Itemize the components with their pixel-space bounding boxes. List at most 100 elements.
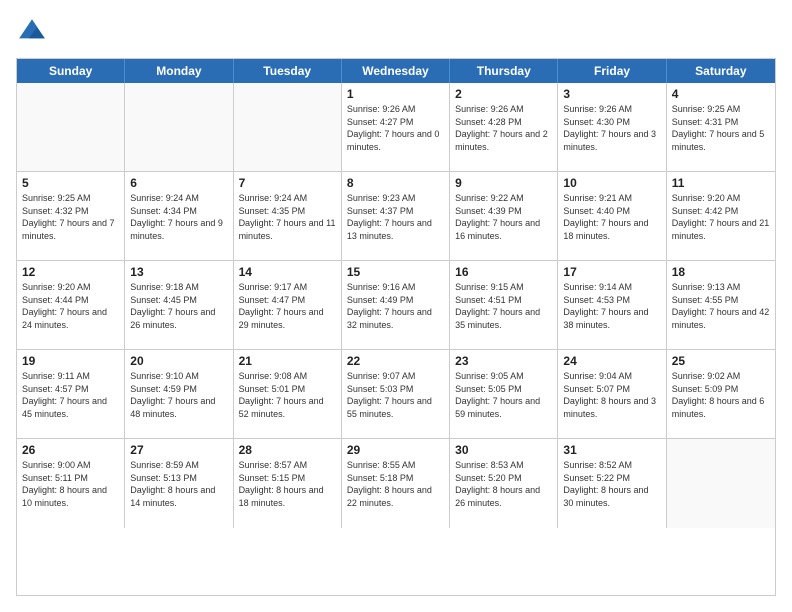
calendar-cell: 17 Sunrise: 9:14 AM Sunset: 4:53 PM Dayli…: [558, 261, 666, 349]
calendar-cell: 5 Sunrise: 9:25 AM Sunset: 4:32 PM Daylig…: [17, 172, 125, 260]
calendar-cell: 10 Sunrise: 9:21 AM Sunset: 4:40 PM Dayli…: [558, 172, 666, 260]
cell-info: Sunrise: 9:07 AM Sunset: 5:03 PM Dayligh…: [347, 370, 444, 420]
calendar-cell: 13 Sunrise: 9:18 AM Sunset: 4:45 PM Dayli…: [125, 261, 233, 349]
calendar-cell: [17, 83, 125, 171]
weekday-header-thursday: Thursday: [450, 59, 558, 83]
calendar-cell: 30Sunrise: 8:53 AM Sunset: 5:20 PM Dayli…: [450, 439, 558, 528]
calendar-cell: [234, 83, 342, 171]
cell-info: Sunrise: 9:24 AM Sunset: 4:34 PM Dayligh…: [130, 192, 227, 242]
cell-info: Sunrise: 9:00 AM Sunset: 5:11 PM Dayligh…: [22, 459, 119, 509]
calendar-row-3: 12 Sunrise: 9:20 AM Sunset: 4:44 PM Dayli…: [17, 261, 775, 350]
cell-info: Sunrise: 9:04 AM Sunset: 5:07 PM Dayligh…: [563, 370, 660, 420]
calendar-cell: [667, 439, 775, 528]
cell-info: Sunrise: 9:20 AM Sunset: 4:44 PM Dayligh…: [22, 281, 119, 331]
cell-day-number: 5: [22, 176, 119, 190]
calendar-cell: 4 Sunrise: 9:25 AM Sunset: 4:31 PM Daylig…: [667, 83, 775, 171]
cell-day-number: 6: [130, 176, 227, 190]
cell-day-number: 25: [672, 354, 770, 368]
cell-day-number: 12: [22, 265, 119, 279]
cell-day-number: 16: [455, 265, 552, 279]
cell-day-number: 28: [239, 443, 336, 457]
calendar-cell: 31 Sunrise: 8:52 AM Sunset: 5:22 PM Dayli…: [558, 439, 666, 528]
cell-day-number: 1: [347, 87, 444, 101]
cell-day-number: 22: [347, 354, 444, 368]
calendar-row-5: 26Sunrise: 9:00 AM Sunset: 5:11 PM Dayli…: [17, 439, 775, 528]
weekday-header-saturday: Saturday: [667, 59, 775, 83]
cell-day-number: 9: [455, 176, 552, 190]
calendar-body: 1 Sunrise: 9:26 AM Sunset: 4:27 PM Daylig…: [17, 83, 775, 528]
cell-day-number: 17: [563, 265, 660, 279]
cell-day-number: 2: [455, 87, 552, 101]
calendar-cell: 29 Sunrise: 8:55 AM Sunset: 5:18 PM Dayli…: [342, 439, 450, 528]
calendar-cell: 1 Sunrise: 9:26 AM Sunset: 4:27 PM Daylig…: [342, 83, 450, 171]
calendar-cell: 20Sunrise: 9:10 AM Sunset: 4:59 PM Dayli…: [125, 350, 233, 438]
calendar-cell: 26Sunrise: 9:00 AM Sunset: 5:11 PM Dayli…: [17, 439, 125, 528]
calendar-cell: 19 Sunrise: 9:11 AM Sunset: 4:57 PM Dayli…: [17, 350, 125, 438]
header: [16, 16, 776, 48]
calendar-cell: [125, 83, 233, 171]
cell-day-number: 23: [455, 354, 552, 368]
cell-info: Sunrise: 9:21 AM Sunset: 4:40 PM Dayligh…: [563, 192, 660, 242]
calendar-cell: 23 Sunrise: 9:05 AM Sunset: 5:05 PM Dayli…: [450, 350, 558, 438]
calendar-cell: 12 Sunrise: 9:20 AM Sunset: 4:44 PM Dayli…: [17, 261, 125, 349]
logo: [16, 16, 52, 48]
cell-day-number: 14: [239, 265, 336, 279]
cell-info: Sunrise: 9:13 AM Sunset: 4:55 PM Dayligh…: [672, 281, 770, 331]
cell-info: Sunrise: 9:26 AM Sunset: 4:30 PM Dayligh…: [563, 103, 660, 153]
cell-info: Sunrise: 9:26 AM Sunset: 4:28 PM Dayligh…: [455, 103, 552, 153]
cell-day-number: 19: [22, 354, 119, 368]
cell-day-number: 21: [239, 354, 336, 368]
calendar-cell: 28 Sunrise: 8:57 AM Sunset: 5:15 PM Dayli…: [234, 439, 342, 528]
cell-day-number: 11: [672, 176, 770, 190]
calendar-cell: 18 Sunrise: 9:13 AM Sunset: 4:55 PM Dayli…: [667, 261, 775, 349]
cell-day-number: 13: [130, 265, 227, 279]
calendar-row-2: 5 Sunrise: 9:25 AM Sunset: 4:32 PM Daylig…: [17, 172, 775, 261]
cell-info: Sunrise: 9:11 AM Sunset: 4:57 PM Dayligh…: [22, 370, 119, 420]
cell-info: Sunrise: 9:17 AM Sunset: 4:47 PM Dayligh…: [239, 281, 336, 331]
cell-info: Sunrise: 9:25 AM Sunset: 4:32 PM Dayligh…: [22, 192, 119, 242]
logo-icon: [16, 16, 48, 48]
cell-day-number: 31: [563, 443, 660, 457]
cell-day-number: 30: [455, 443, 552, 457]
calendar-cell: 6 Sunrise: 9:24 AM Sunset: 4:34 PM Daylig…: [125, 172, 233, 260]
cell-day-number: 15: [347, 265, 444, 279]
cell-day-number: 29: [347, 443, 444, 457]
weekday-header-tuesday: Tuesday: [234, 59, 342, 83]
cell-info: Sunrise: 8:52 AM Sunset: 5:22 PM Dayligh…: [563, 459, 660, 509]
calendar-row-1: 1 Sunrise: 9:26 AM Sunset: 4:27 PM Daylig…: [17, 83, 775, 172]
cell-info: Sunrise: 9:05 AM Sunset: 5:05 PM Dayligh…: [455, 370, 552, 420]
cell-day-number: 3: [563, 87, 660, 101]
cell-day-number: 10: [563, 176, 660, 190]
calendar-cell: 3 Sunrise: 9:26 AM Sunset: 4:30 PM Daylig…: [558, 83, 666, 171]
cell-day-number: 18: [672, 265, 770, 279]
cell-day-number: 7: [239, 176, 336, 190]
cell-info: Sunrise: 9:14 AM Sunset: 4:53 PM Dayligh…: [563, 281, 660, 331]
cell-info: Sunrise: 9:23 AM Sunset: 4:37 PM Dayligh…: [347, 192, 444, 242]
cell-info: Sunrise: 9:18 AM Sunset: 4:45 PM Dayligh…: [130, 281, 227, 331]
cell-info: Sunrise: 9:25 AM Sunset: 4:31 PM Dayligh…: [672, 103, 770, 153]
calendar-cell: 8 Sunrise: 9:23 AM Sunset: 4:37 PM Daylig…: [342, 172, 450, 260]
weekday-header-wednesday: Wednesday: [342, 59, 450, 83]
calendar-cell: 14 Sunrise: 9:17 AM Sunset: 4:47 PM Dayli…: [234, 261, 342, 349]
cell-day-number: 8: [347, 176, 444, 190]
cell-info: Sunrise: 9:16 AM Sunset: 4:49 PM Dayligh…: [347, 281, 444, 331]
calendar-cell: 2 Sunrise: 9:26 AM Sunset: 4:28 PM Daylig…: [450, 83, 558, 171]
cell-info: Sunrise: 8:55 AM Sunset: 5:18 PM Dayligh…: [347, 459, 444, 509]
calendar: SundayMondayTuesdayWednesdayThursdayFrid…: [16, 58, 776, 596]
cell-info: Sunrise: 9:15 AM Sunset: 4:51 PM Dayligh…: [455, 281, 552, 331]
weekday-header-sunday: Sunday: [17, 59, 125, 83]
cell-info: Sunrise: 9:26 AM Sunset: 4:27 PM Dayligh…: [347, 103, 444, 153]
calendar-cell: 22 Sunrise: 9:07 AM Sunset: 5:03 PM Dayli…: [342, 350, 450, 438]
calendar-cell: 21Sunrise: 9:08 AM Sunset: 5:01 PM Dayli…: [234, 350, 342, 438]
cell-info: Sunrise: 8:59 AM Sunset: 5:13 PM Dayligh…: [130, 459, 227, 509]
calendar-cell: 27Sunrise: 8:59 AM Sunset: 5:13 PM Dayli…: [125, 439, 233, 528]
cell-info: Sunrise: 8:57 AM Sunset: 5:15 PM Dayligh…: [239, 459, 336, 509]
calendar-cell: 7Sunrise: 9:24 AM Sunset: 4:35 PM Daylig…: [234, 172, 342, 260]
calendar-cell: 11Sunrise: 9:20 AM Sunset: 4:42 PM Dayli…: [667, 172, 775, 260]
cell-day-number: 20: [130, 354, 227, 368]
cell-day-number: 4: [672, 87, 770, 101]
weekday-header-friday: Friday: [558, 59, 666, 83]
calendar-cell: 9Sunrise: 9:22 AM Sunset: 4:39 PM Daylig…: [450, 172, 558, 260]
calendar-cell: 15 Sunrise: 9:16 AM Sunset: 4:49 PM Dayli…: [342, 261, 450, 349]
cell-info: Sunrise: 9:02 AM Sunset: 5:09 PM Dayligh…: [672, 370, 770, 420]
